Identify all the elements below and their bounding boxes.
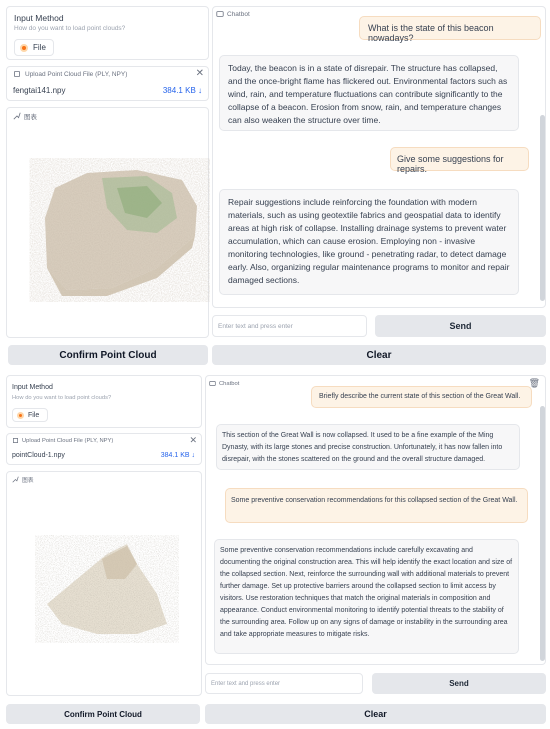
- bot-message: Some preventive conservation recommendat…: [214, 539, 519, 654]
- input-method-card: Input Method How do you want to load poi…: [6, 375, 202, 428]
- plot-label: 图表: [22, 478, 34, 484]
- user-message: Briefly describe the current state of th…: [311, 386, 532, 408]
- file-radio-button[interactable]: File: [14, 39, 54, 56]
- chatbot-icon: [209, 381, 216, 386]
- user-message: What is the state of this beacon nowaday…: [359, 16, 541, 43]
- confirm-point-cloud-button[interactable]: Confirm Point Cloud: [8, 345, 208, 365]
- upload-icon: [14, 71, 20, 77]
- file-option-label: File: [28, 411, 40, 419]
- upload-icon: [13, 438, 18, 443]
- chat-text-input[interactable]: Enter text and press enter: [212, 315, 367, 337]
- clear-button[interactable]: Clear: [205, 704, 546, 724]
- plot-header: 图表: [12, 475, 34, 484]
- bot-message: This section of the Great Wall is now co…: [216, 424, 520, 470]
- bot-message: Repair suggestions include reinforcing t…: [219, 189, 519, 295]
- chatbot-label: Chatbot: [219, 380, 240, 387]
- point-cloud-plot-card: 图表: [6, 107, 209, 338]
- chatbot-label: Chatbot: [227, 10, 250, 18]
- radio-selected-icon: [17, 411, 24, 419]
- file-size-download[interactable]: 384.1 KB ↓: [163, 86, 202, 95]
- chatbot-header: Chatbot: [209, 380, 239, 387]
- file-radio-button[interactable]: File: [12, 408, 48, 422]
- upload-header: Upload Point Cloud File (PLY, NPY): [12, 437, 113, 444]
- chatbot-card: Chatbot 🗑 Briefly describe the current s…: [205, 375, 546, 665]
- clear-button[interactable]: Clear: [212, 345, 546, 365]
- input-method-subtitle: How do you want to load point clouds?: [14, 25, 126, 32]
- file-row: fengtai141.npy 384.1 KB ↓: [13, 86, 202, 95]
- confirm-point-cloud-button[interactable]: Confirm Point Cloud: [6, 704, 200, 724]
- chat-text-input[interactable]: Enter text and press enter: [205, 673, 363, 694]
- file-row: pointCloud-1.npy 384.1 KB ↓: [12, 452, 195, 459]
- input-method-card: Input Method How do you want to load poi…: [6, 6, 209, 60]
- chart-icon: [12, 476, 19, 483]
- user-message: Give some suggestions for repairs.: [390, 147, 529, 174]
- upload-card[interactable]: Upload Point Cloud File (PLY, NPY) ✕ poi…: [6, 433, 202, 465]
- file-name: pointCloud-1.npy: [12, 452, 65, 459]
- user-message: Some preventive conservation recommendat…: [225, 488, 528, 523]
- file-size-download[interactable]: 384.1 KB ↓: [161, 452, 195, 459]
- input-method-subtitle: How do you want to load point clouds?: [12, 395, 112, 401]
- chatbot-card: Chatbot What is the state of this beacon…: [212, 6, 546, 308]
- point-cloud-plot-card: 图表: [6, 471, 202, 696]
- input-method-title: Input Method: [12, 384, 53, 391]
- demo-panel-2: Input Method How do you want to load poi…: [0, 372, 550, 729]
- upload-header: Upload Point Cloud File (PLY, NPY): [13, 70, 127, 78]
- chat-scrollbar[interactable]: [540, 115, 545, 301]
- bot-message: Today, the beacon is in a state of disre…: [219, 55, 519, 131]
- upload-label: Upload Point Cloud File (PLY, NPY): [25, 70, 128, 78]
- send-button[interactable]: Send: [372, 673, 546, 694]
- input-method-title: Input Method: [14, 13, 64, 23]
- close-icon[interactable]: ✕: [189, 435, 197, 446]
- chatbot-icon: [216, 11, 224, 17]
- close-icon[interactable]: ✕: [196, 68, 204, 79]
- upload-label: Upload Point Cloud File (PLY, NPY): [22, 437, 114, 444]
- upload-card[interactable]: Upload Point Cloud File (PLY, NPY) ✕ fen…: [6, 66, 209, 101]
- file-name: fengtai141.npy: [13, 86, 66, 95]
- send-button[interactable]: Send: [375, 315, 546, 337]
- chat-scrollbar[interactable]: [540, 406, 545, 661]
- demo-panel-1: Input Method How do you want to load poi…: [0, 0, 550, 368]
- radio-selected-icon: [20, 43, 28, 52]
- beacon-point-cloud-image[interactable]: [7, 118, 210, 338]
- file-option-label: File: [33, 43, 46, 52]
- chatbot-header: Chatbot: [216, 10, 250, 18]
- great-wall-point-cloud-image[interactable]: [7, 484, 203, 694]
